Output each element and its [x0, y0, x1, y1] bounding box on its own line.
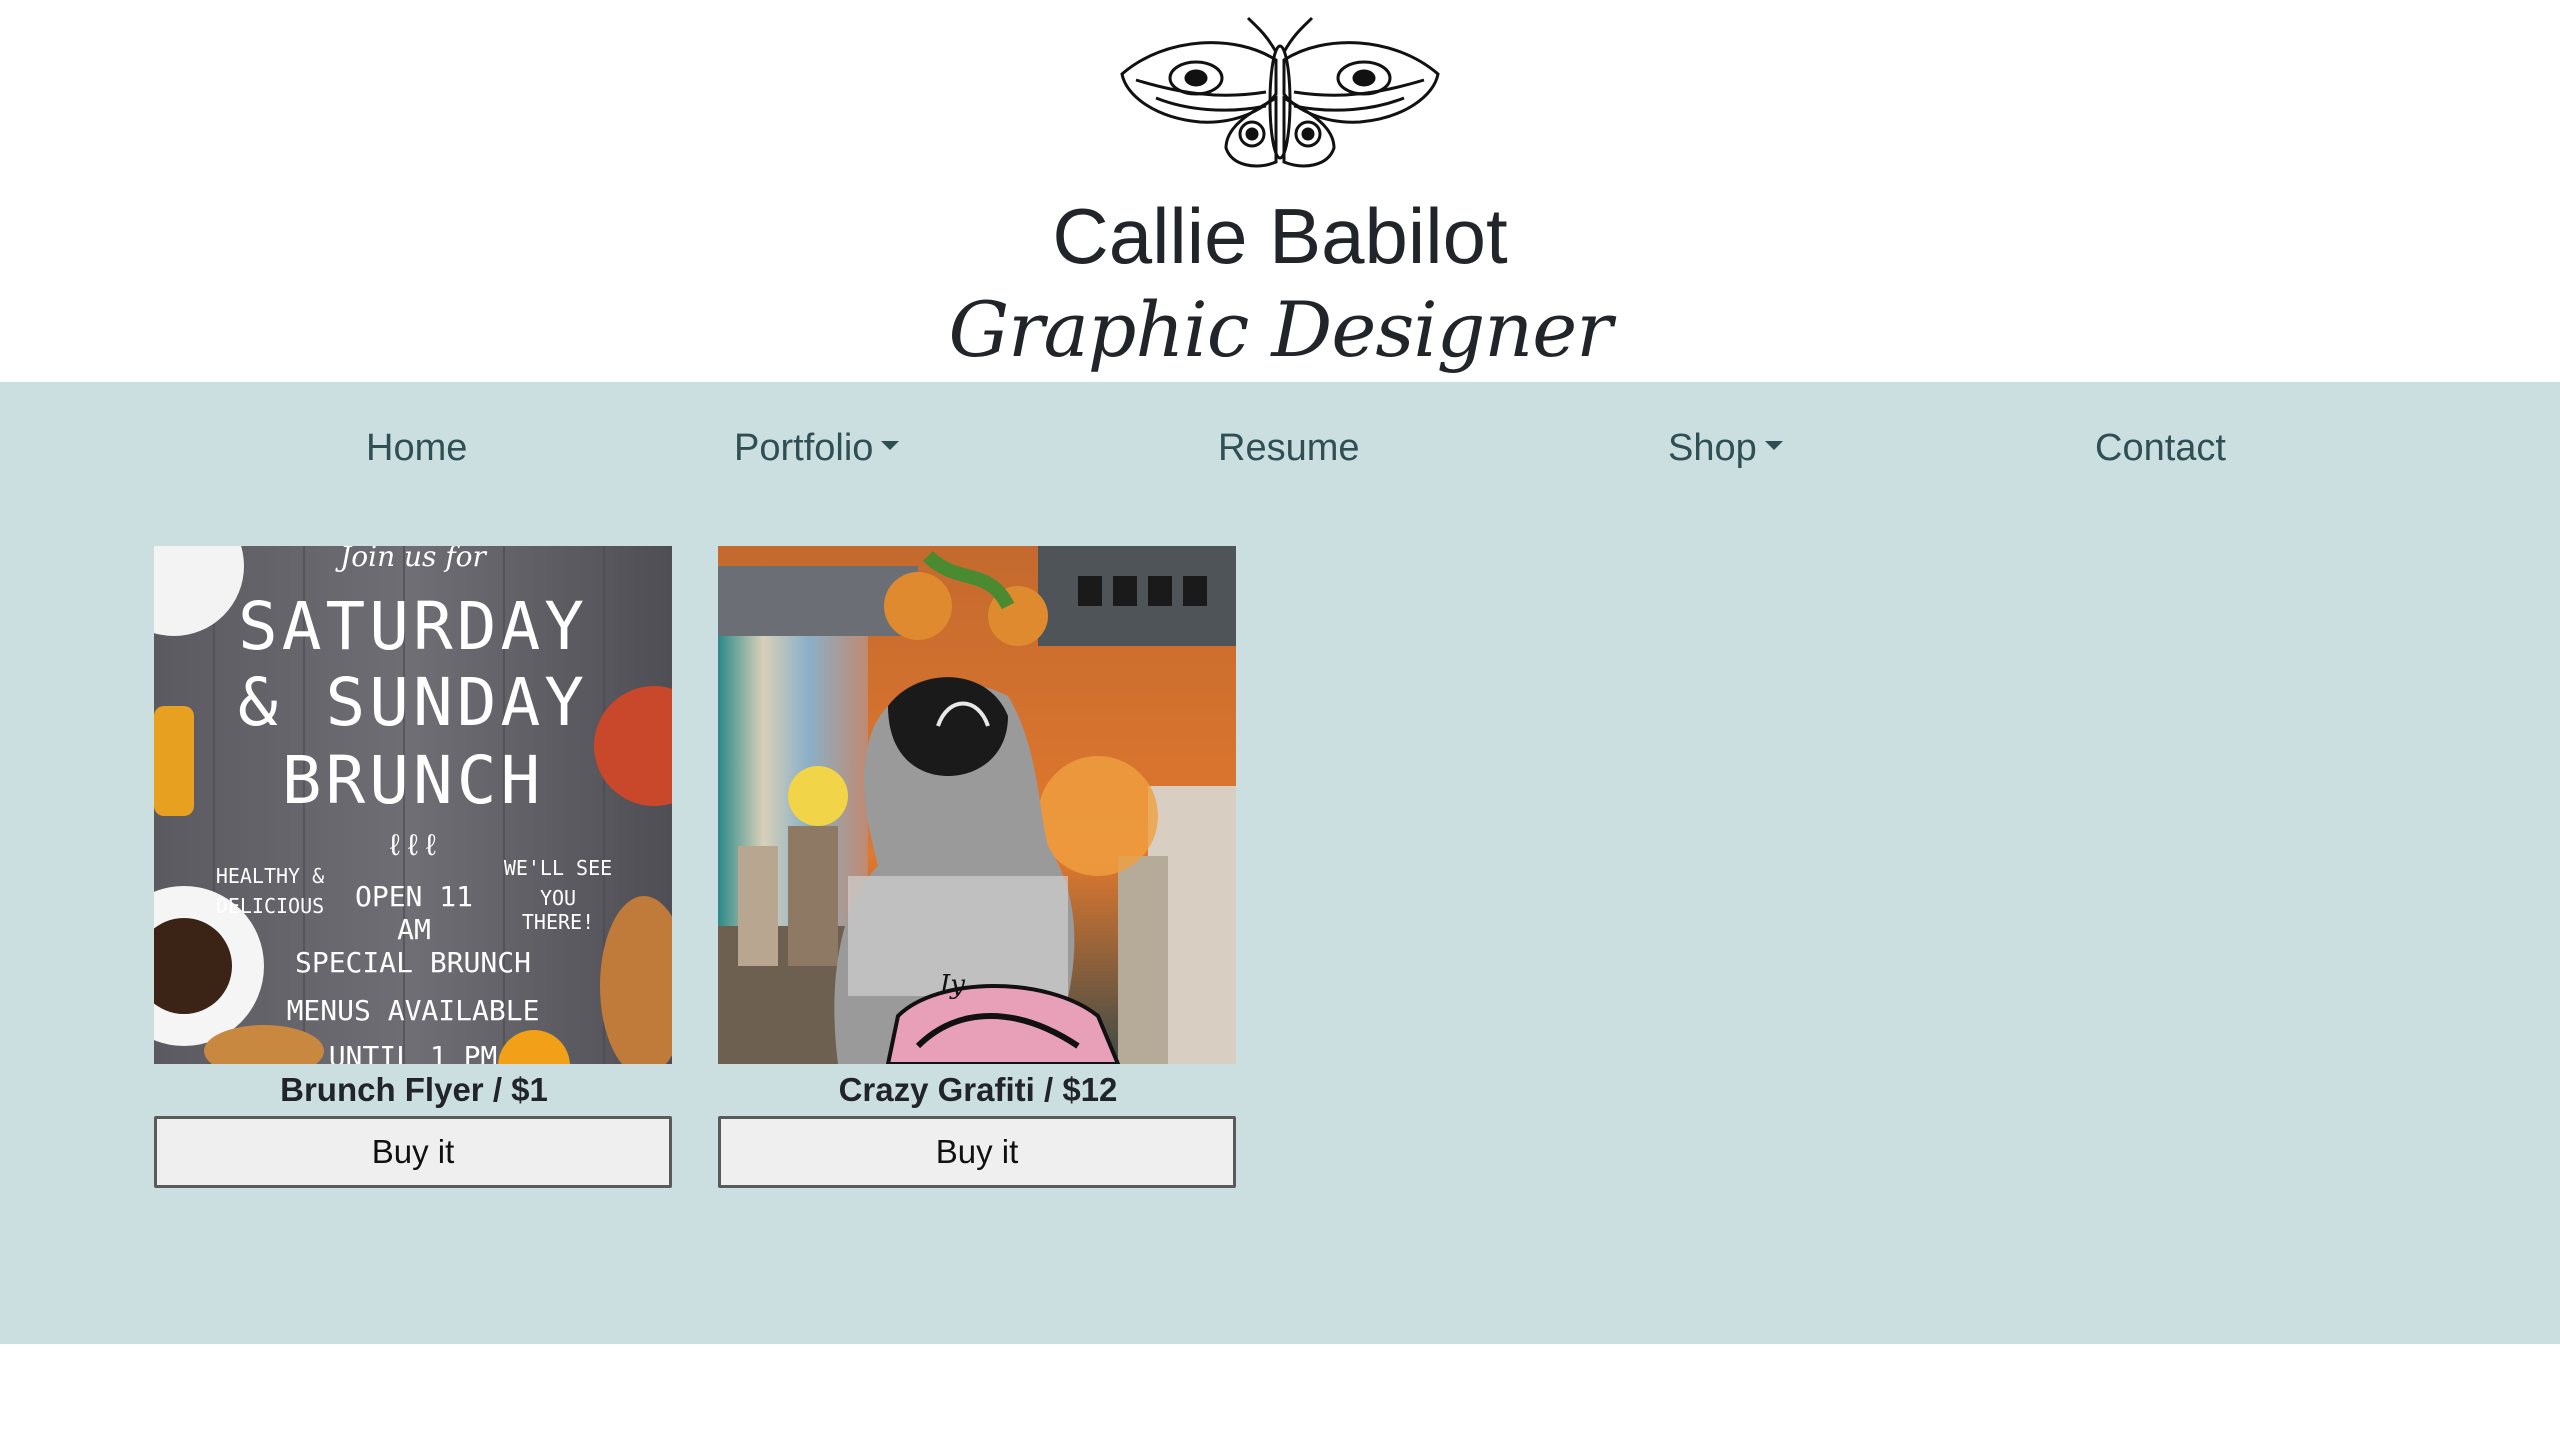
flyer-bubble-left-1: HEALTHY &: [215, 864, 325, 888]
product-image-crazy-grafiti[interactable]: Iy: [718, 546, 1236, 1064]
flyer-bubble-right-1: WE'LL SEE: [503, 856, 613, 880]
buy-button[interactable]: Buy it: [718, 1116, 1236, 1188]
nav-item-shop[interactable]: Shop: [1668, 418, 1783, 478]
flyer-bubble-left-2: DELICIOUS: [215, 894, 325, 918]
nav-item-label: Contact: [2095, 427, 2226, 469]
nav-item-label: Portfolio: [734, 427, 874, 469]
flyer-headline-2: & SUNDAY: [238, 664, 588, 741]
page-footer-space: [0, 1344, 2560, 1444]
nav-item-label: Home: [366, 427, 468, 469]
flyer-bottom-line-1: SPECIAL BRUNCH: [294, 946, 531, 979]
nav-item-contact[interactable]: Contact: [2095, 418, 2226, 478]
nav-item-resume[interactable]: Resume: [1218, 418, 1360, 478]
moth-logo-icon[interactable]: [1116, 14, 1444, 174]
flyer-bottom-line-3: UNTIL 1 PM: [328, 1040, 498, 1064]
nav-item-label: Resume: [1218, 427, 1360, 469]
graffiti-tag-text: Iy: [940, 970, 965, 1000]
main-nav: Home Portfolio Resume Shop Contact: [0, 382, 2560, 508]
flyer-headline-3: BRUNCH: [281, 742, 545, 819]
flyer-open-time: OPEN 11 AM: [354, 880, 473, 946]
main-content: Home Portfolio Resume Shop Contact Join …: [0, 382, 2560, 1344]
product-caption: Crazy Grafiti / $12: [838, 1071, 1118, 1108]
site-subtitle: Graphic Designer: [948, 285, 1612, 374]
product-card: Iy Crazy Grafiti / $12 Buy it: [718, 546, 1238, 1188]
nav-item-label: Shop: [1668, 427, 1757, 469]
nav-item-portfolio[interactable]: Portfolio: [734, 418, 900, 478]
product-caption: Brunch Flyer / $1: [280, 1071, 548, 1108]
caret-down-icon: [1764, 441, 1783, 451]
product-image-brunch-flyer[interactable]: Join us for SATURDAY & SUNDAY BRUNCH ℓℓℓ…: [154, 546, 672, 1064]
buy-button[interactable]: Buy it: [154, 1116, 672, 1188]
product-card: Join us for SATURDAY & SUNDAY BRUNCH ℓℓℓ…: [154, 546, 674, 1188]
site-header: Callie Babilot Graphic Designer: [0, 0, 2560, 382]
flyer-bubble-right-2: YOU THERE!: [521, 886, 595, 934]
flyer-headline-1: SATURDAY: [238, 588, 588, 665]
site-title: Callie Babilot: [1052, 192, 1508, 280]
flyer-bottom-line-2: MENUS AVAILABLE: [286, 994, 540, 1027]
flyer-script-text: Join us for: [340, 546, 486, 573]
nav-item-home[interactable]: Home: [366, 418, 467, 478]
caret-down-icon: [881, 441, 900, 451]
